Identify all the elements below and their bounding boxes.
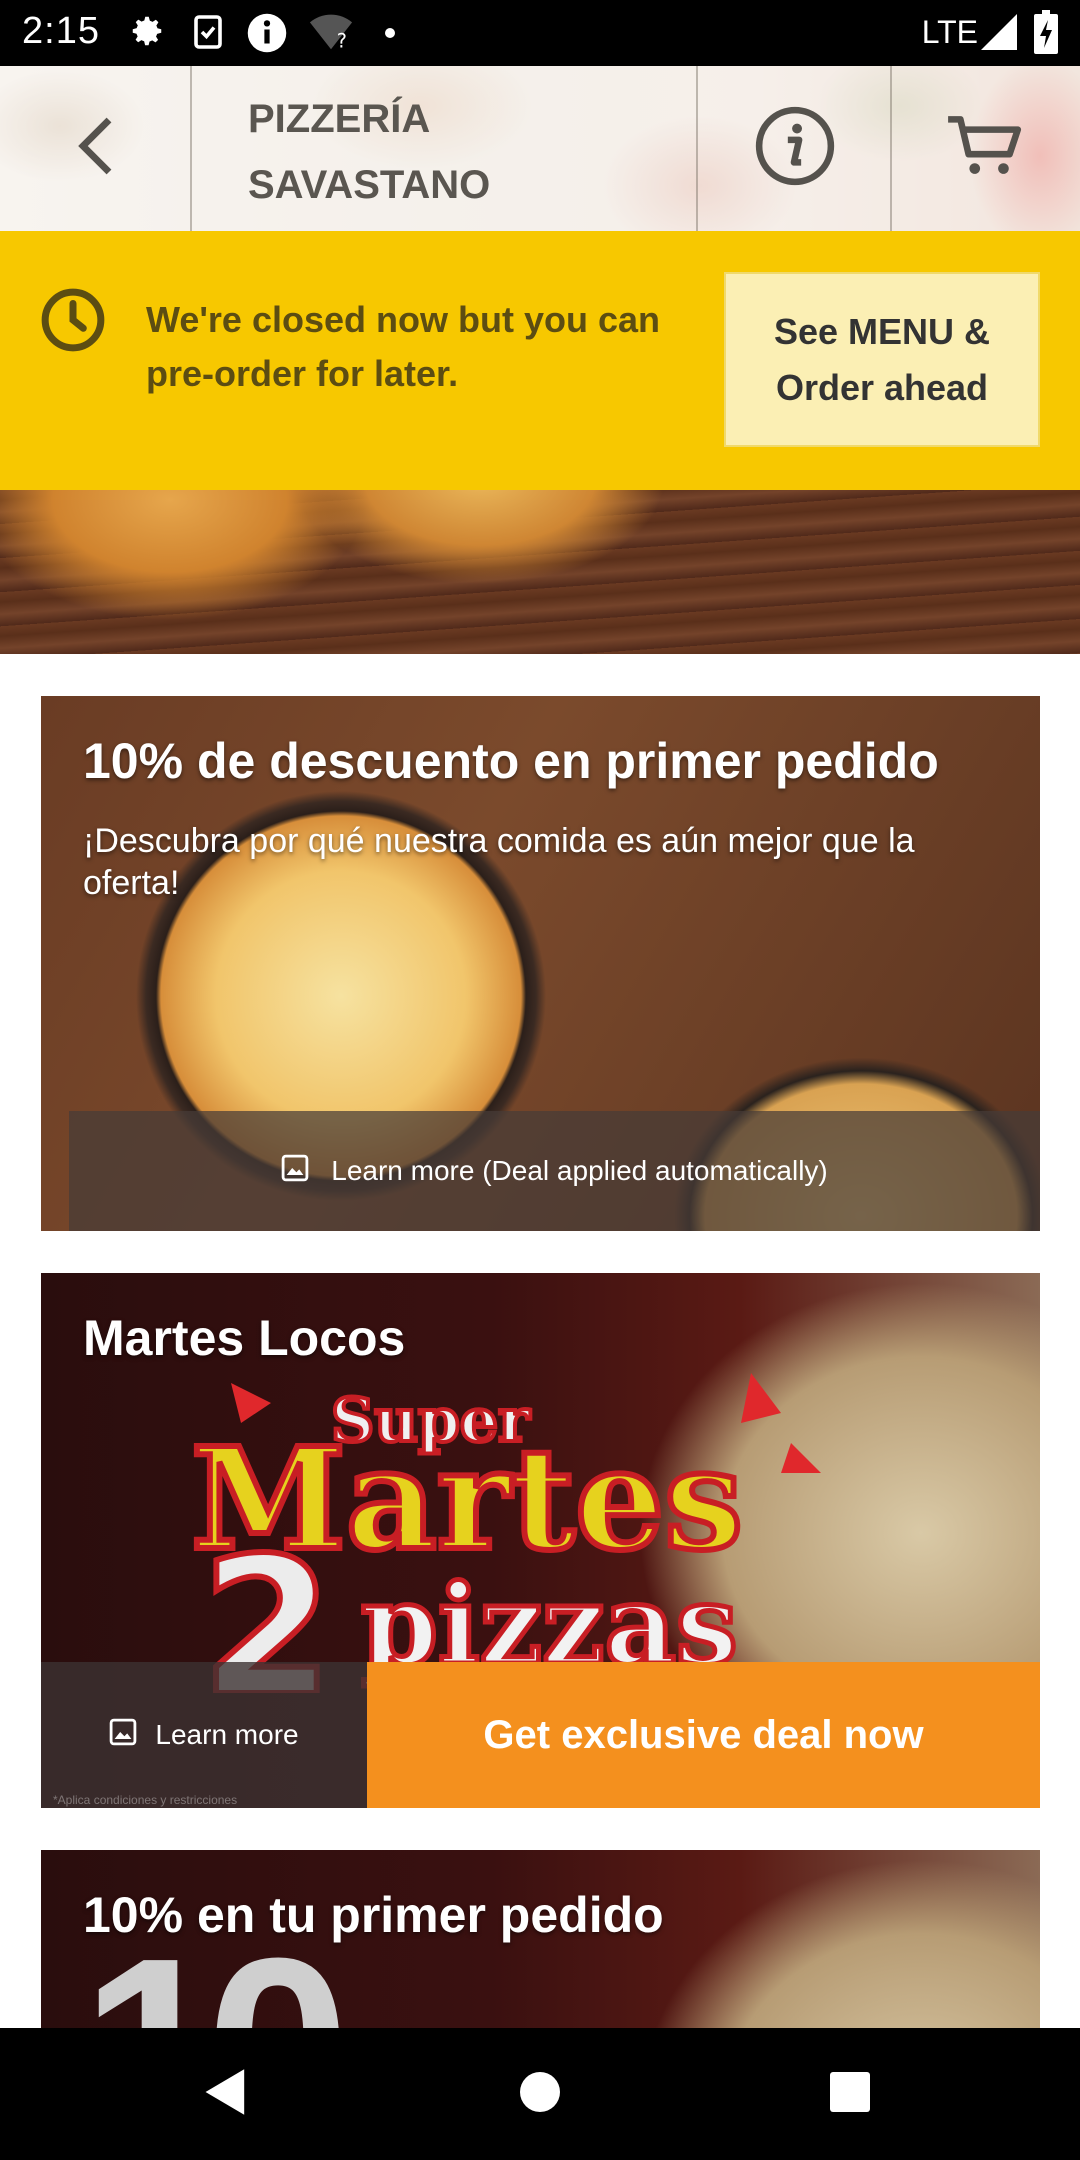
info-icon <box>754 105 836 192</box>
nav-home-button[interactable] <box>460 2028 620 2160</box>
back-button[interactable] <box>40 66 150 231</box>
nav-recents-button[interactable] <box>770 2028 930 2160</box>
back-triangle-icon <box>203 2067 249 2122</box>
clock-icon <box>40 287 106 358</box>
learn-more-label: Learn more (Deal applied automatically) <box>331 1155 828 1186</box>
hero-image <box>0 490 1080 654</box>
image-icon <box>109 1718 137 1753</box>
closed-message: We're closed now but you can pre-order f… <box>146 299 660 394</box>
info-button[interactable] <box>740 66 850 231</box>
get-exclusive-deal-button[interactable]: Get exclusive deal now <box>367 1662 1040 1808</box>
cart-icon <box>944 113 1026 184</box>
super-martes-art: Super Martes 2 pizzas <box>191 1373 821 1693</box>
deal-title: 10% en tu primer pedido <box>83 1887 664 1943</box>
learn-more-label: Learn more <box>155 1719 299 1750</box>
signal-icon <box>980 14 1018 55</box>
see-menu-button[interactable]: See MENU & Order ahead <box>724 272 1040 447</box>
nav-back-button[interactable] <box>146 2028 306 2160</box>
gear-icon <box>128 12 166 55</box>
recents-square-icon <box>829 2071 871 2118</box>
cart-button[interactable] <box>930 66 1040 231</box>
network-type: LTE <box>921 14 978 50</box>
battery-icon <box>1034 10 1058 59</box>
restaurant-name: PIZZERÍA SAVASTANO <box>248 97 491 207</box>
image-icon <box>281 1154 309 1189</box>
clipboard-check-icon <box>190 12 226 57</box>
learn-more-button[interactable]: Learn more <box>41 1662 367 1808</box>
status-time: 2:15 <box>22 10 100 52</box>
closed-banner: We're closed now but you can pre-order f… <box>0 231 1080 490</box>
app-header: PIZZERÍA SAVASTANO <box>0 66 1080 231</box>
deal-card-primer-pedido[interactable]: 10 10% en tu primer pedido <box>41 1850 1040 2028</box>
info-circle-icon <box>246 12 288 59</box>
learn-more-button[interactable]: Learn more (Deal applied automatically) <box>69 1111 1040 1231</box>
home-circle-icon <box>519 2071 561 2118</box>
dot-icon <box>384 26 396 44</box>
deal-card-martes-locos[interactable]: Super Martes 2 pizzas Martes Locos Learn… <box>41 1273 1040 1808</box>
svg-text:?: ? <box>337 29 347 52</box>
fine-print: *Aplica condiciones y restricciones <box>53 1793 238 1807</box>
deal-subtitle: ¡Descubra por qué nuestra comida es aún … <box>83 822 915 902</box>
wifi-question-icon: ? <box>308 12 354 57</box>
deal-title: 10% de descuento en primer pedido <box>83 733 939 789</box>
deal-card-first-order[interactable]: 10% de descuento en primer pedido ¡Descu… <box>41 696 1040 1231</box>
chevron-left-icon <box>73 114 117 183</box>
deal-title: Martes Locos <box>83 1310 406 1366</box>
status-bar: 2:15 ? LTE <box>0 0 1080 66</box>
system-nav-bar <box>0 2028 1080 2160</box>
